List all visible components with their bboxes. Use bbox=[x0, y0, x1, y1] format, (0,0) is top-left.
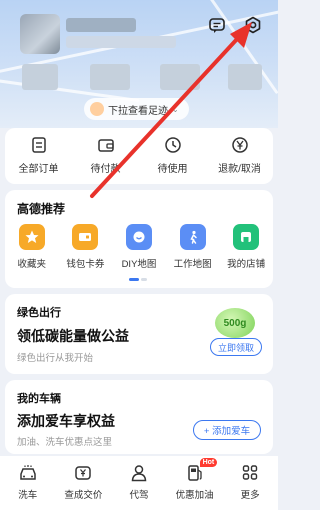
service-more[interactable]: 更多 bbox=[225, 464, 275, 510]
reco-my-store-label: 我的店铺 bbox=[227, 259, 266, 270]
stat-blurred bbox=[228, 64, 262, 90]
settings-gear-icon[interactable] bbox=[242, 14, 264, 36]
orders-card: 全部订单 待付款 待使用 退款/取消 bbox=[5, 128, 273, 184]
hot-badge: Hot bbox=[199, 458, 218, 467]
order-pending-payment-label: 待付款 bbox=[90, 164, 121, 175]
stat-blurred bbox=[22, 64, 58, 90]
order-refund-label: 退款/取消 bbox=[218, 164, 261, 175]
service-car-wash[interactable]: 洗车 bbox=[3, 464, 53, 510]
order-all-label: 全部订单 bbox=[18, 164, 59, 175]
green-travel-card[interactable]: 绿色出行 领低碳能量做公益 绿色出行从我开始 500g 立即领取 bbox=[5, 294, 273, 374]
message-icon[interactable] bbox=[206, 14, 228, 36]
service-fuel-discount[interactable]: Hot 优惠加油 bbox=[170, 458, 220, 510]
add-car-button[interactable]: + 添加爱车 bbox=[193, 420, 261, 440]
clock-icon bbox=[164, 137, 181, 153]
stat-blurred bbox=[160, 64, 200, 90]
service-fuel-discount-label: 优惠加油 bbox=[175, 490, 214, 501]
order-to-use-label: 待使用 bbox=[157, 164, 188, 175]
order-to-use[interactable]: 待使用 bbox=[143, 136, 203, 184]
star-icon bbox=[18, 224, 45, 250]
reco-work-map-label: 工作地图 bbox=[173, 259, 212, 270]
profile-header: 下拉查看足迹 ⌄ bbox=[0, 0, 278, 128]
wallet-icon bbox=[97, 139, 114, 152]
document-list-icon bbox=[31, 137, 46, 153]
green-travel-subtitle: 绿色出行从我开始 bbox=[17, 353, 94, 364]
order-all[interactable]: 全部订单 bbox=[9, 136, 69, 184]
pull-hint-label: 下拉查看足迹 bbox=[108, 105, 168, 117]
green-travel-headline: 领低碳能量做公益 bbox=[17, 328, 129, 344]
recommend-title: 高德推荐 bbox=[17, 202, 66, 216]
order-refund[interactable]: 退款/取消 bbox=[210, 136, 270, 184]
reco-favorites-label: 收藏夹 bbox=[17, 259, 47, 270]
reco-my-store[interactable]: 我的店铺 bbox=[220, 224, 272, 270]
smile-map-icon bbox=[125, 224, 152, 250]
chevron-down-icon: ⌄ bbox=[172, 104, 179, 114]
refund-yen-icon bbox=[231, 137, 248, 153]
page-indicator bbox=[129, 278, 147, 281]
stat-blurred bbox=[90, 64, 130, 90]
driver-icon bbox=[131, 465, 147, 482]
footprint-avatar-icon bbox=[90, 102, 104, 116]
recommend-card: 高德推荐 收藏夹 钱包卡券 DIY地图 工作地图 我的店铺 bbox=[5, 190, 273, 288]
service-check-price[interactable]: 查成交价 bbox=[58, 464, 108, 510]
card-icon bbox=[72, 224, 99, 250]
reco-wallet-coupons[interactable]: 钱包卡券 bbox=[59, 224, 111, 270]
car-services-bar: 洗车 查成交价 代驾 Hot 优惠加油 更多 bbox=[0, 456, 278, 510]
reco-diy-map[interactable]: DIY地图 bbox=[113, 224, 165, 270]
service-more-label: 更多 bbox=[240, 490, 260, 501]
reco-wallet-coupons-label: 钱包卡券 bbox=[66, 259, 105, 270]
car-wash-icon bbox=[20, 465, 36, 480]
pull-footprint-hint[interactable]: 下拉查看足迹 ⌄ bbox=[84, 98, 189, 120]
reco-diy-map-label: DIY地图 bbox=[121, 259, 157, 270]
service-car-wash-label: 洗车 bbox=[18, 490, 38, 501]
username-blurred bbox=[66, 18, 136, 32]
service-designated-driver[interactable]: 代驾 bbox=[114, 464, 164, 510]
green-travel-title: 绿色出行 bbox=[17, 307, 61, 319]
user-info-blurred bbox=[66, 36, 176, 48]
store-icon bbox=[233, 224, 260, 250]
walker-icon bbox=[179, 224, 206, 250]
claim-now-button[interactable]: 立即领取 bbox=[210, 338, 262, 356]
my-car-card[interactable]: 我的车辆 添加爱车享权益 加油、洗车优惠点这里 + 添加爱车 bbox=[5, 380, 273, 454]
my-car-title: 我的车辆 bbox=[17, 393, 61, 405]
reco-work-map[interactable]: 工作地图 bbox=[167, 224, 219, 270]
service-designated-driver-label: 代驾 bbox=[129, 490, 149, 501]
grid-more-icon bbox=[242, 465, 258, 480]
order-pending-payment[interactable]: 待付款 bbox=[76, 136, 136, 184]
my-car-subtitle: 加油、洗车优惠点这里 bbox=[17, 437, 113, 448]
energy-badge: 500g bbox=[215, 308, 255, 338]
avatar[interactable] bbox=[20, 14, 60, 54]
reco-favorites[interactable]: 收藏夹 bbox=[6, 224, 58, 270]
my-car-headline: 添加爱车享权益 bbox=[17, 413, 115, 429]
price-tag-icon bbox=[75, 466, 92, 480]
service-check-price-label: 查成交价 bbox=[64, 490, 103, 501]
